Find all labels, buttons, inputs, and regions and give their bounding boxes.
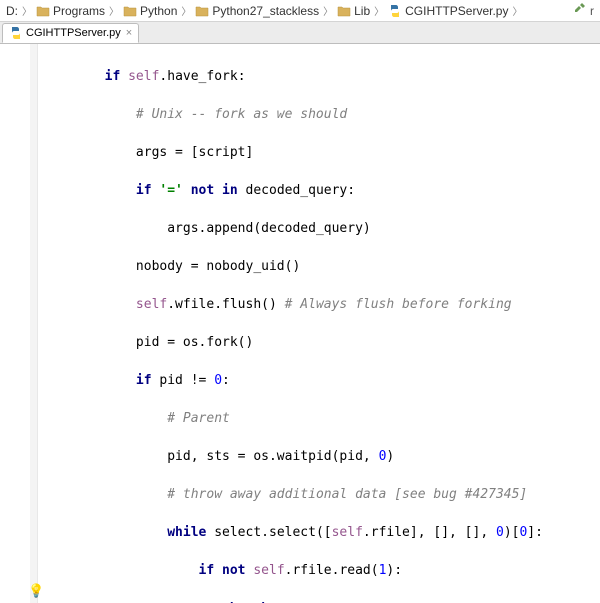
tab-bar: CGIHTTPServer.py × <box>0 22 600 44</box>
gutter-fold-stripe <box>30 44 37 603</box>
breadcrumb-root[interactable]: D: <box>4 4 20 18</box>
chevron-right-icon: 〉 <box>20 3 34 18</box>
toolbar-right[interactable]: r <box>573 2 596 19</box>
breadcrumb-label: Lib <box>354 4 370 18</box>
breadcrumb-bar: D: 〉 Programs 〉 Python 〉 Python27_stackl… <box>0 0 600 22</box>
chevron-right-icon: 〉 <box>107 3 121 18</box>
intention-bulb-icon[interactable]: 💡 <box>28 583 44 599</box>
editor-tab-active[interactable]: CGIHTTPServer.py × <box>2 23 139 43</box>
breadcrumb-label: D: <box>6 4 18 18</box>
folder-icon <box>195 5 209 17</box>
gutter[interactable]: 💡 <box>0 44 38 603</box>
hammer-icon <box>573 2 587 19</box>
breadcrumb-folder[interactable]: Programs <box>34 4 107 18</box>
chevron-right-icon: 〉 <box>510 3 524 18</box>
python-file-icon <box>388 4 402 18</box>
chevron-right-icon: 〉 <box>179 3 193 18</box>
folder-icon <box>36 5 50 17</box>
editor-area: 💡 if self.have_fork: # Unix -- fork as w… <box>0 44 600 603</box>
folder-icon <box>337 5 351 17</box>
close-icon[interactable]: × <box>126 27 132 39</box>
python-file-icon <box>9 26 23 40</box>
breadcrumb-folder[interactable]: Lib <box>335 4 372 18</box>
chevron-right-icon: 〉 <box>372 3 386 18</box>
tab-label: CGIHTTPServer.py <box>26 27 121 39</box>
breadcrumb-file[interactable]: CGIHTTPServer.py <box>386 4 510 18</box>
breadcrumb-label: Python <box>140 4 177 18</box>
chevron-right-icon: 〉 <box>321 3 335 18</box>
breadcrumb-label: CGIHTTPServer.py <box>405 4 508 18</box>
breadcrumb-label: Python27_stackless <box>212 4 319 18</box>
code-area[interactable]: if self.have_fork: # Unix -- fork as we … <box>38 44 600 603</box>
toolbar-label: r <box>590 4 594 18</box>
breadcrumb-label: Programs <box>53 4 105 18</box>
breadcrumb-folder[interactable]: Python <box>121 4 179 18</box>
breadcrumb-folder[interactable]: Python27_stackless <box>193 4 321 18</box>
folder-icon <box>123 5 137 17</box>
